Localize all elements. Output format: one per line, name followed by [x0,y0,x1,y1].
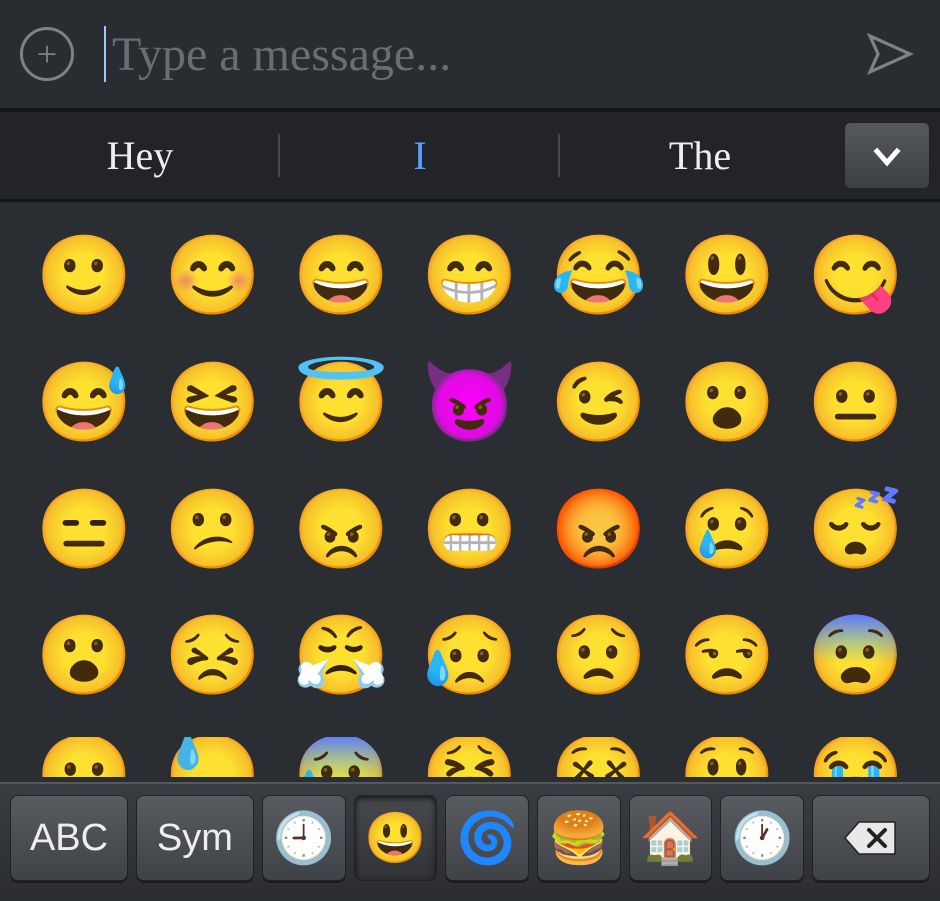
keyboard-bottom-bar: ABC Sym 🕘 😃 🌀 🍔 🏠 🕐 [0,782,940,892]
emoji-key[interactable]: 😤 [295,610,387,702]
emoji-key[interactable]: 😇 [295,357,387,449]
emoji-key[interactable]: 😮 [681,357,773,449]
emoji-key[interactable]: 😮 [38,610,130,702]
suggestion-2[interactable]: The [560,112,840,199]
emoji-key[interactable]: 😫 [424,737,516,777]
emoji-key[interactable]: 😄 [295,230,387,322]
category-smileys[interactable]: 😃 [354,795,438,881]
emoji-key[interactable]: 😆 [167,357,259,449]
food-icon: 🍔 [548,809,610,868]
category-food[interactable]: 🍔 [537,795,621,881]
emoji-key[interactable]: 😶 [38,737,130,777]
emoji-key[interactable]: 😡 [553,484,645,576]
emoji-key[interactable]: 😁 [424,230,516,322]
category-places[interactable]: 🏠 [629,795,713,881]
emoji-key[interactable]: 😨 [810,610,902,702]
emoji-key[interactable]: 😒 [681,610,773,702]
suggestion-bar: Hey I The [0,112,940,202]
emoji-key[interactable]: 😐 [810,357,902,449]
emoji-key[interactable]: 😵 [553,737,645,777]
abc-key[interactable]: ABC [10,795,128,881]
emoji-key[interactable]: 😴 [810,484,902,576]
emoji-key[interactable]: 😋 [810,230,902,322]
emoji-key[interactable]: 😰 [295,737,387,777]
attach-button[interactable]: + [20,27,74,81]
suggestion-0[interactable]: Hey [0,112,280,199]
suggestion-label: I [413,132,426,179]
emoji-key[interactable]: 😂 [553,230,645,322]
suggestion-label: The [669,132,731,179]
emoji-key[interactable]: 😈 [424,357,516,449]
emoji-key[interactable]: 😊 [167,230,259,322]
chevron-down-icon [867,136,907,176]
suggestion-1[interactable]: I [280,112,560,199]
emoji-key[interactable]: 😠 [295,484,387,576]
house-icon: 🏠 [639,809,701,868]
emoji-key[interactable]: 😉 [553,357,645,449]
emoji-key[interactable]: 😬 [424,484,516,576]
emoji-key[interactable]: 😕 [167,484,259,576]
emoji-key[interactable]: 😅 [38,357,130,449]
key-label: Sym [157,817,233,860]
emoji-key[interactable]: 😣 [167,610,259,702]
emoji-key[interactable]: 😥 [424,610,516,702]
emoji-key[interactable]: 🙂 [38,230,130,322]
plus-icon: + [37,33,57,75]
emoji-key[interactable]: 😭 [810,737,902,777]
clock-icon: 🕐 [731,809,793,868]
send-icon [866,30,914,78]
suggestion-label: Hey [107,132,174,179]
emoji-key[interactable]: 😃 [681,230,773,322]
category-recent[interactable]: 🕘 [262,795,346,881]
emoji-key[interactable]: 😑 [38,484,130,576]
emoji-key[interactable]: 😟 [553,610,645,702]
emoji-key[interactable]: 😲 [681,737,773,777]
send-button[interactable] [860,24,920,84]
smiley-icon: 😃 [364,809,426,868]
suggestion-collapse-button[interactable] [844,122,930,189]
backspace-key[interactable] [812,795,930,881]
emoji-key[interactable]: 😢 [681,484,773,576]
message-input[interactable] [104,26,860,82]
message-input-bar: + [0,0,940,112]
category-nature[interactable]: 🌀 [445,795,529,881]
category-symbols[interactable]: 🕐 [720,795,804,881]
emoji-key[interactable]: 😓 [167,737,259,777]
recent-icon: 🕘 [273,809,335,868]
nature-icon: 🌀 [456,809,518,868]
key-label: ABC [30,817,108,860]
backspace-icon [843,818,899,858]
sym-key[interactable]: Sym [136,795,254,881]
emoji-grid: 🙂 😊 😄 😁 😂 😃 😋 😅 😆 😇 😈 😉 😮 😐 😑 😕 😠 😬 😡 😢 … [0,202,940,782]
